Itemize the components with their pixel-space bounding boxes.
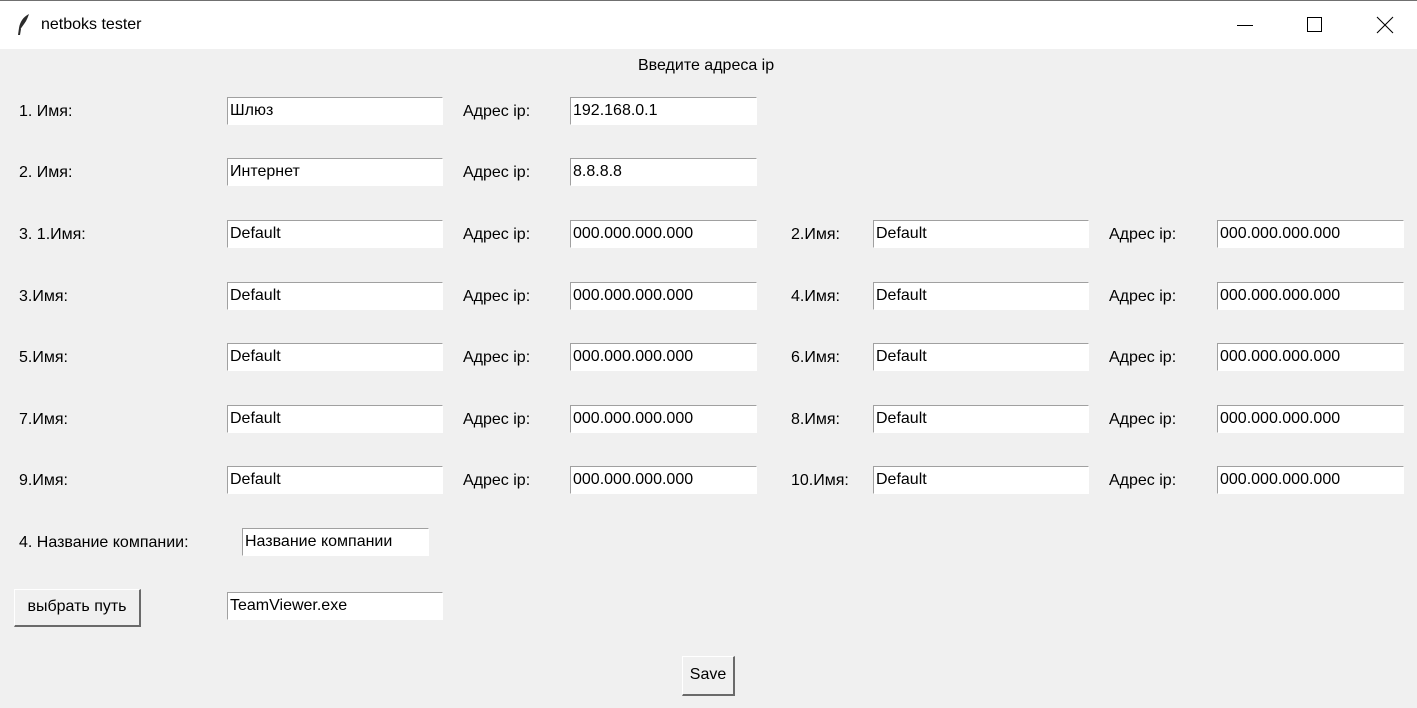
grid4-left-name-label: 7.Имя: xyxy=(19,411,68,428)
grid1-left-ip-input[interactable]: 000.000.000.000 xyxy=(570,220,757,248)
grid1-left-ip-label: Адрес ip: xyxy=(463,226,531,243)
grid1-left-name-input[interactable]: Default xyxy=(227,220,443,248)
path-input[interactable]: TeamViewer.exe xyxy=(227,592,443,620)
row2-name-label: 2. Имя: xyxy=(19,164,73,181)
grid5-left-name-input[interactable]: Default xyxy=(227,466,443,494)
save-button[interactable]: Save xyxy=(682,656,735,696)
grid4-right-ip-label: Адрес ip: xyxy=(1109,411,1177,428)
minimize-icon xyxy=(1237,25,1253,26)
grid2-left-ip-input[interactable]: 000.000.000.000 xyxy=(570,282,757,310)
close-icon xyxy=(1376,16,1394,34)
row1-name-input[interactable]: Шлюз xyxy=(227,97,443,125)
choose-path-button[interactable]: выбрать путь xyxy=(14,589,141,627)
grid3-right-name-input[interactable]: Default xyxy=(873,343,1089,371)
maximize-icon xyxy=(1307,17,1322,32)
close-button[interactable] xyxy=(1350,1,1417,49)
grid4-left-ip-input[interactable]: 000.000.000.000 xyxy=(570,405,757,433)
grid4-right-name-input[interactable]: Default xyxy=(873,405,1089,433)
row2-ip-label: Адрес ip: xyxy=(463,164,531,181)
row2-ip-input[interactable]: 8.8.8.8 xyxy=(570,158,757,186)
company-input[interactable]: Название компании xyxy=(242,528,429,556)
grid3-right-ip-label: Адрес ip: xyxy=(1109,349,1177,366)
company-label: 4. Название компании: xyxy=(19,534,189,551)
grid3-left-name-input[interactable]: Default xyxy=(227,343,443,371)
header-label: Введите адреса ip xyxy=(638,57,775,74)
app-window: netboks tester Введите адреса ip 1. Имя:… xyxy=(0,0,1417,708)
minimize-button[interactable] xyxy=(1210,1,1280,49)
grid4-left-name-input[interactable]: Default xyxy=(227,405,443,433)
grid2-right-ip-input[interactable]: 000.000.000.000 xyxy=(1217,282,1404,310)
grid3-left-name-label: 5.Имя: xyxy=(19,349,68,366)
row1-name-label: 1. Имя: xyxy=(19,103,73,120)
grid4-right-name-label: 8.Имя: xyxy=(791,411,840,428)
grid1-left-name-label: 3. 1.Имя: xyxy=(19,226,86,243)
row1-ip-input[interactable]: 192.168.0.1 xyxy=(570,97,757,125)
grid4-right-ip-input[interactable]: 000.000.000.000 xyxy=(1217,405,1404,433)
grid1-right-name-input[interactable]: Default xyxy=(873,220,1089,248)
grid2-left-name-label: 3.Имя: xyxy=(19,288,68,305)
grid3-right-ip-input[interactable]: 000.000.000.000 xyxy=(1217,343,1404,371)
grid1-right-ip-input[interactable]: 000.000.000.000 xyxy=(1217,220,1404,248)
grid2-left-ip-label: Адрес ip: xyxy=(463,288,531,305)
feather-icon xyxy=(18,14,29,35)
grid5-right-name-input[interactable]: Default xyxy=(873,466,1089,494)
grid2-left-name-input[interactable]: Default xyxy=(227,282,443,310)
row1-ip-label: Адрес ip: xyxy=(463,103,531,120)
grid2-right-ip-label: Адрес ip: xyxy=(1109,288,1177,305)
grid5-right-name-label: 10.Имя: xyxy=(791,472,849,489)
grid3-left-ip-input[interactable]: 000.000.000.000 xyxy=(570,343,757,371)
title-bar: netboks tester xyxy=(0,1,1417,49)
maximize-button[interactable] xyxy=(1280,1,1350,49)
grid5-left-ip-input[interactable]: 000.000.000.000 xyxy=(570,466,757,494)
grid3-right-name-label: 6.Имя: xyxy=(791,349,840,366)
grid4-left-ip-label: Адрес ip: xyxy=(463,411,531,428)
grid5-right-ip-label: Адрес ip: xyxy=(1109,472,1177,489)
row2-name-input[interactable]: Интернет xyxy=(227,158,443,186)
window-title: netboks tester xyxy=(41,16,142,33)
grid1-right-name-label: 2.Имя: xyxy=(791,226,840,243)
grid3-left-ip-label: Адрес ip: xyxy=(463,349,531,366)
grid2-right-name-input[interactable]: Default xyxy=(873,282,1089,310)
grid5-left-ip-label: Адрес ip: xyxy=(463,472,531,489)
grid5-left-name-label: 9.Имя: xyxy=(19,472,68,489)
grid1-right-ip-label: Адрес ip: xyxy=(1109,226,1177,243)
grid2-right-name-label: 4.Имя: xyxy=(791,288,840,305)
grid5-right-ip-input[interactable]: 000.000.000.000 xyxy=(1217,466,1404,494)
